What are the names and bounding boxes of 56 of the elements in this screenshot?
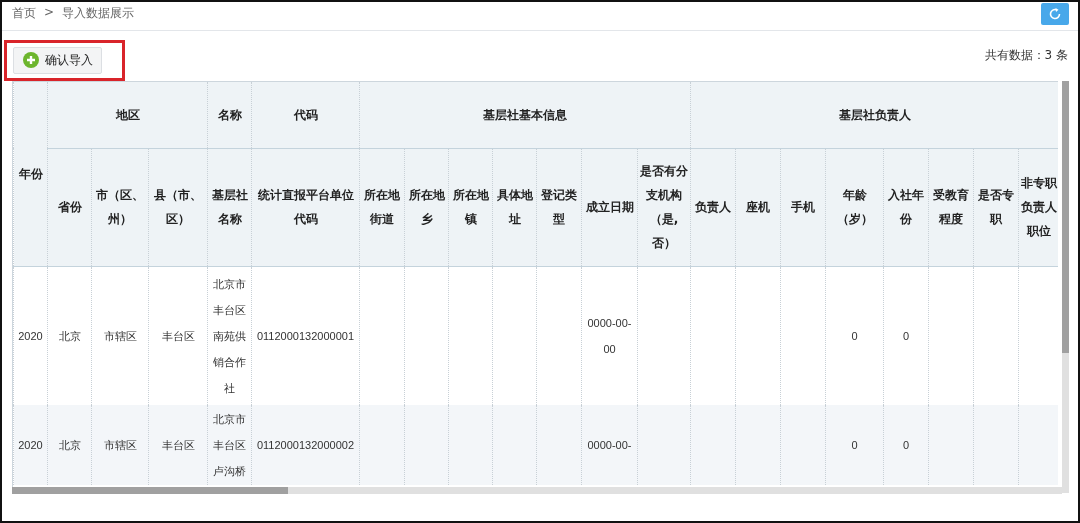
table-cell: 北京市丰台区卢沟桥 (207, 405, 252, 485)
column-header: 地区 (47, 82, 208, 148)
column-header: 基层社基本信息 (359, 82, 691, 148)
refresh-icon (1048, 7, 1062, 21)
column-header: 登记类型 (536, 148, 582, 266)
column-header: 市（区、州） (91, 148, 149, 266)
plus-icon (23, 52, 39, 68)
column-header: 年份 (13, 82, 48, 266)
breadcrumb-link[interactable]: 导入数据展示 (62, 4, 135, 22)
table-cell: 0 (883, 405, 929, 485)
table-cell: 市辖区 (91, 266, 149, 405)
scrollbar-track[interactable] (1062, 81, 1069, 493)
table-cell: 北京市丰台区南苑供销合作社 (207, 266, 252, 405)
table-cell: 0000-00-00 (581, 266, 638, 405)
refresh-button[interactable] (1041, 3, 1069, 25)
column-header: 非专职负责人职位 (1018, 148, 1058, 266)
scrollbar-track[interactable] (12, 487, 1062, 494)
column-header: 是否有分支机构（是,否） (637, 148, 691, 266)
table-cell: 北京 (47, 266, 92, 405)
table-cell: 0 (825, 405, 884, 485)
column-header: 名称 (207, 82, 252, 148)
table-cell: 2020 (13, 266, 48, 405)
column-header: 是否专职 (973, 148, 1019, 266)
table-cell: 0112000132000001 (251, 266, 360, 405)
column-header: 受教育程度 (928, 148, 974, 266)
column-header: 所在地街道 (359, 148, 405, 266)
scrollbar-thumb[interactable] (12, 487, 288, 494)
breadcrumb-separator: > (44, 4, 55, 21)
table-cell: 0 (883, 266, 929, 405)
column-header: 入社年份 (883, 148, 929, 266)
column-header: 座机 (735, 148, 781, 266)
column-header: 成立日期 (581, 148, 638, 266)
column-header: 基层社负责人 (690, 82, 1058, 148)
column-header: 年龄（岁） (825, 148, 884, 266)
breadcrumb-link[interactable]: 首页 (12, 4, 36, 22)
column-header: 手机 (780, 148, 826, 266)
scrollbar-thumb[interactable] (1062, 81, 1069, 353)
column-header: 统计直报平台单位代码 (251, 148, 360, 266)
table-cell: 0000-00- (581, 405, 638, 485)
table-cell: 市辖区 (91, 405, 149, 485)
table-cell: 2020 (13, 405, 48, 485)
column-header: 省份 (47, 148, 92, 266)
table-cell: 丰台区 (148, 266, 208, 405)
record-count: 共有数据：3 条 (984, 46, 1068, 64)
table-cell: 0 (825, 266, 884, 405)
column-header: 基层社名称 (207, 148, 252, 266)
column-header: 具体地址 (492, 148, 537, 266)
column-header: 所在地乡 (404, 148, 449, 266)
column-header: 所在地镇 (448, 148, 493, 266)
table-cell: 北京 (47, 405, 92, 485)
column-header: 县（市、区） (148, 148, 208, 266)
table-cell: 0112000132000002 (251, 405, 360, 485)
column-header: 代码 (251, 82, 360, 148)
table-cell: 丰台区 (148, 405, 208, 485)
column-header: 负责人 (690, 148, 736, 266)
confirm-import-button[interactable]: 确认导入 (13, 46, 102, 74)
